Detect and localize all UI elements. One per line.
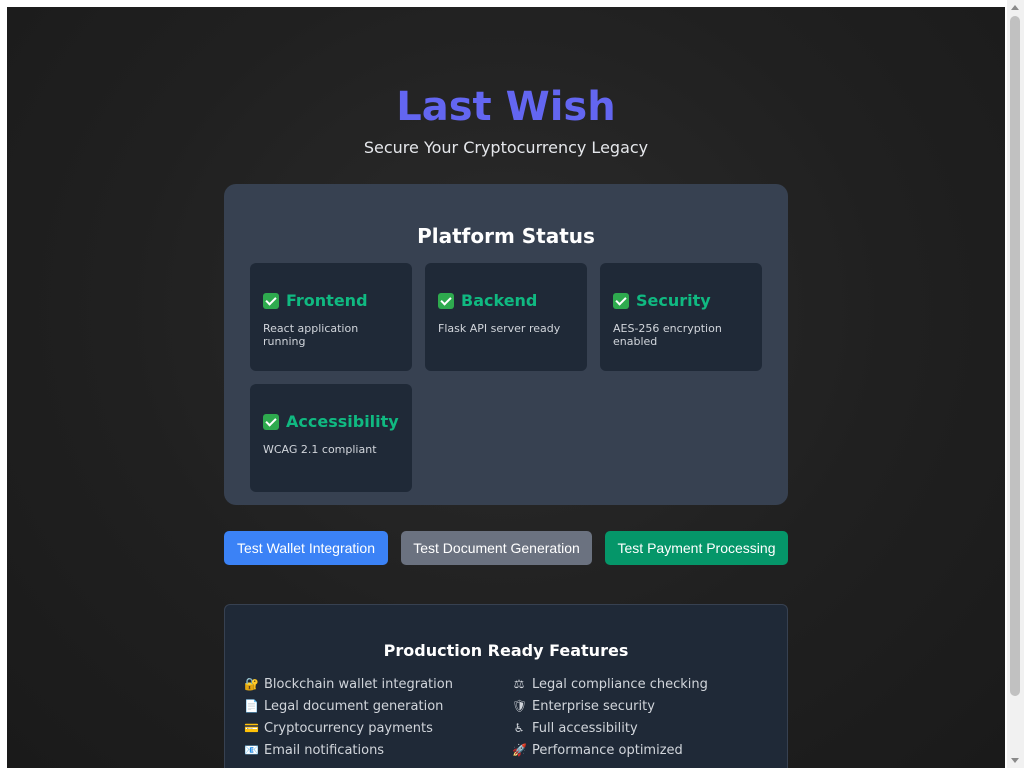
scroll-down-arrow-icon[interactable]: [1011, 758, 1019, 763]
status-card-desc: Flask API server ready: [438, 322, 561, 335]
status-card-frontend: Frontend React application running: [250, 263, 412, 371]
feature-label: Email notifications: [264, 742, 385, 758]
lock-key-icon: 🔐: [244, 677, 259, 691]
status-card-accessibility: Accessibility WCAG 2.1 compliant: [250, 384, 412, 492]
status-card-desc: React application running: [263, 322, 359, 348]
feature-label: Blockchain wallet integration: [264, 676, 453, 692]
feature-label: Enterprise security: [532, 698, 655, 714]
feature-item: 💳 Cryptocurrency payments: [244, 717, 453, 739]
accessibility-icon: ♿: [513, 721, 525, 735]
check-mark-icon: [438, 292, 454, 309]
features-list-right: ⚖ Legal compliance checking 🛡 Enterprise…: [512, 673, 708, 761]
status-card-backend: Backend Flask API server ready: [425, 263, 587, 371]
feature-label: Cryptocurrency payments: [264, 720, 433, 736]
feature-item: 📧 Email notifications: [244, 739, 453, 761]
email-icon: 📧: [244, 743, 259, 757]
status-card-label: Security: [636, 291, 711, 310]
check-mark-icon: [263, 292, 279, 309]
check-mark-icon: [263, 413, 279, 430]
scales-icon: ⚖: [513, 677, 525, 691]
feature-label: Full accessibility: [532, 720, 638, 736]
test-document-generation-button[interactable]: Test Document Generation: [401, 531, 592, 565]
status-card-desc: AES-256 encryption enabled: [613, 322, 722, 348]
app-subtitle: Secure Your Cryptocurrency Legacy: [363, 138, 649, 157]
status-card-desc: WCAG 2.1 compliant: [263, 443, 377, 456]
features-list-left: 🔐 Blockchain wallet integration 📄 Legal …: [244, 673, 453, 761]
feature-item: ⚖ Legal compliance checking: [512, 673, 708, 695]
page-viewport: Last Wish Secure Your Cryptocurrency Leg…: [7, 7, 1005, 768]
rocket-icon: 🚀: [512, 743, 527, 757]
feature-item: 🚀 Performance optimized: [512, 739, 708, 761]
check-mark-icon: [613, 292, 629, 309]
feature-item: ♿ Full accessibility: [512, 717, 708, 739]
feature-label: Performance optimized: [532, 742, 683, 758]
platform-status-title: Platform Status: [417, 224, 595, 248]
feature-label: Legal document generation: [264, 698, 444, 714]
app-title: Last Wish: [396, 84, 616, 130]
test-wallet-integration-button[interactable]: Test Wallet Integration: [224, 531, 388, 565]
status-card-label: Frontend: [286, 291, 368, 310]
features-panel: Production Ready Features 🔐 Blockchain w…: [224, 604, 788, 768]
features-title: Production Ready Features: [383, 641, 629, 660]
vertical-scrollbar[interactable]: [1007, 0, 1024, 768]
scroll-up-arrow-icon[interactable]: [1011, 5, 1019, 10]
document-icon: 📄: [244, 699, 259, 713]
scrollbar-thumb[interactable]: [1010, 16, 1020, 696]
feature-item: 📄 Legal document generation: [244, 695, 453, 717]
feature-label: Legal compliance checking: [532, 676, 708, 692]
status-card-label: Accessibility: [286, 412, 399, 431]
shield-icon: 🛡: [512, 699, 528, 713]
test-payment-processing-button[interactable]: Test Payment Processing: [605, 531, 788, 565]
platform-status-panel: Platform Status Frontend React applicati…: [224, 184, 788, 505]
credit-card-icon: 💳: [244, 721, 259, 735]
status-card-security: Security AES-256 encryption enabled: [600, 263, 762, 371]
feature-item: 🔐 Blockchain wallet integration: [244, 673, 453, 695]
status-card-label: Backend: [461, 291, 538, 310]
feature-item: 🛡 Enterprise security: [512, 695, 708, 717]
